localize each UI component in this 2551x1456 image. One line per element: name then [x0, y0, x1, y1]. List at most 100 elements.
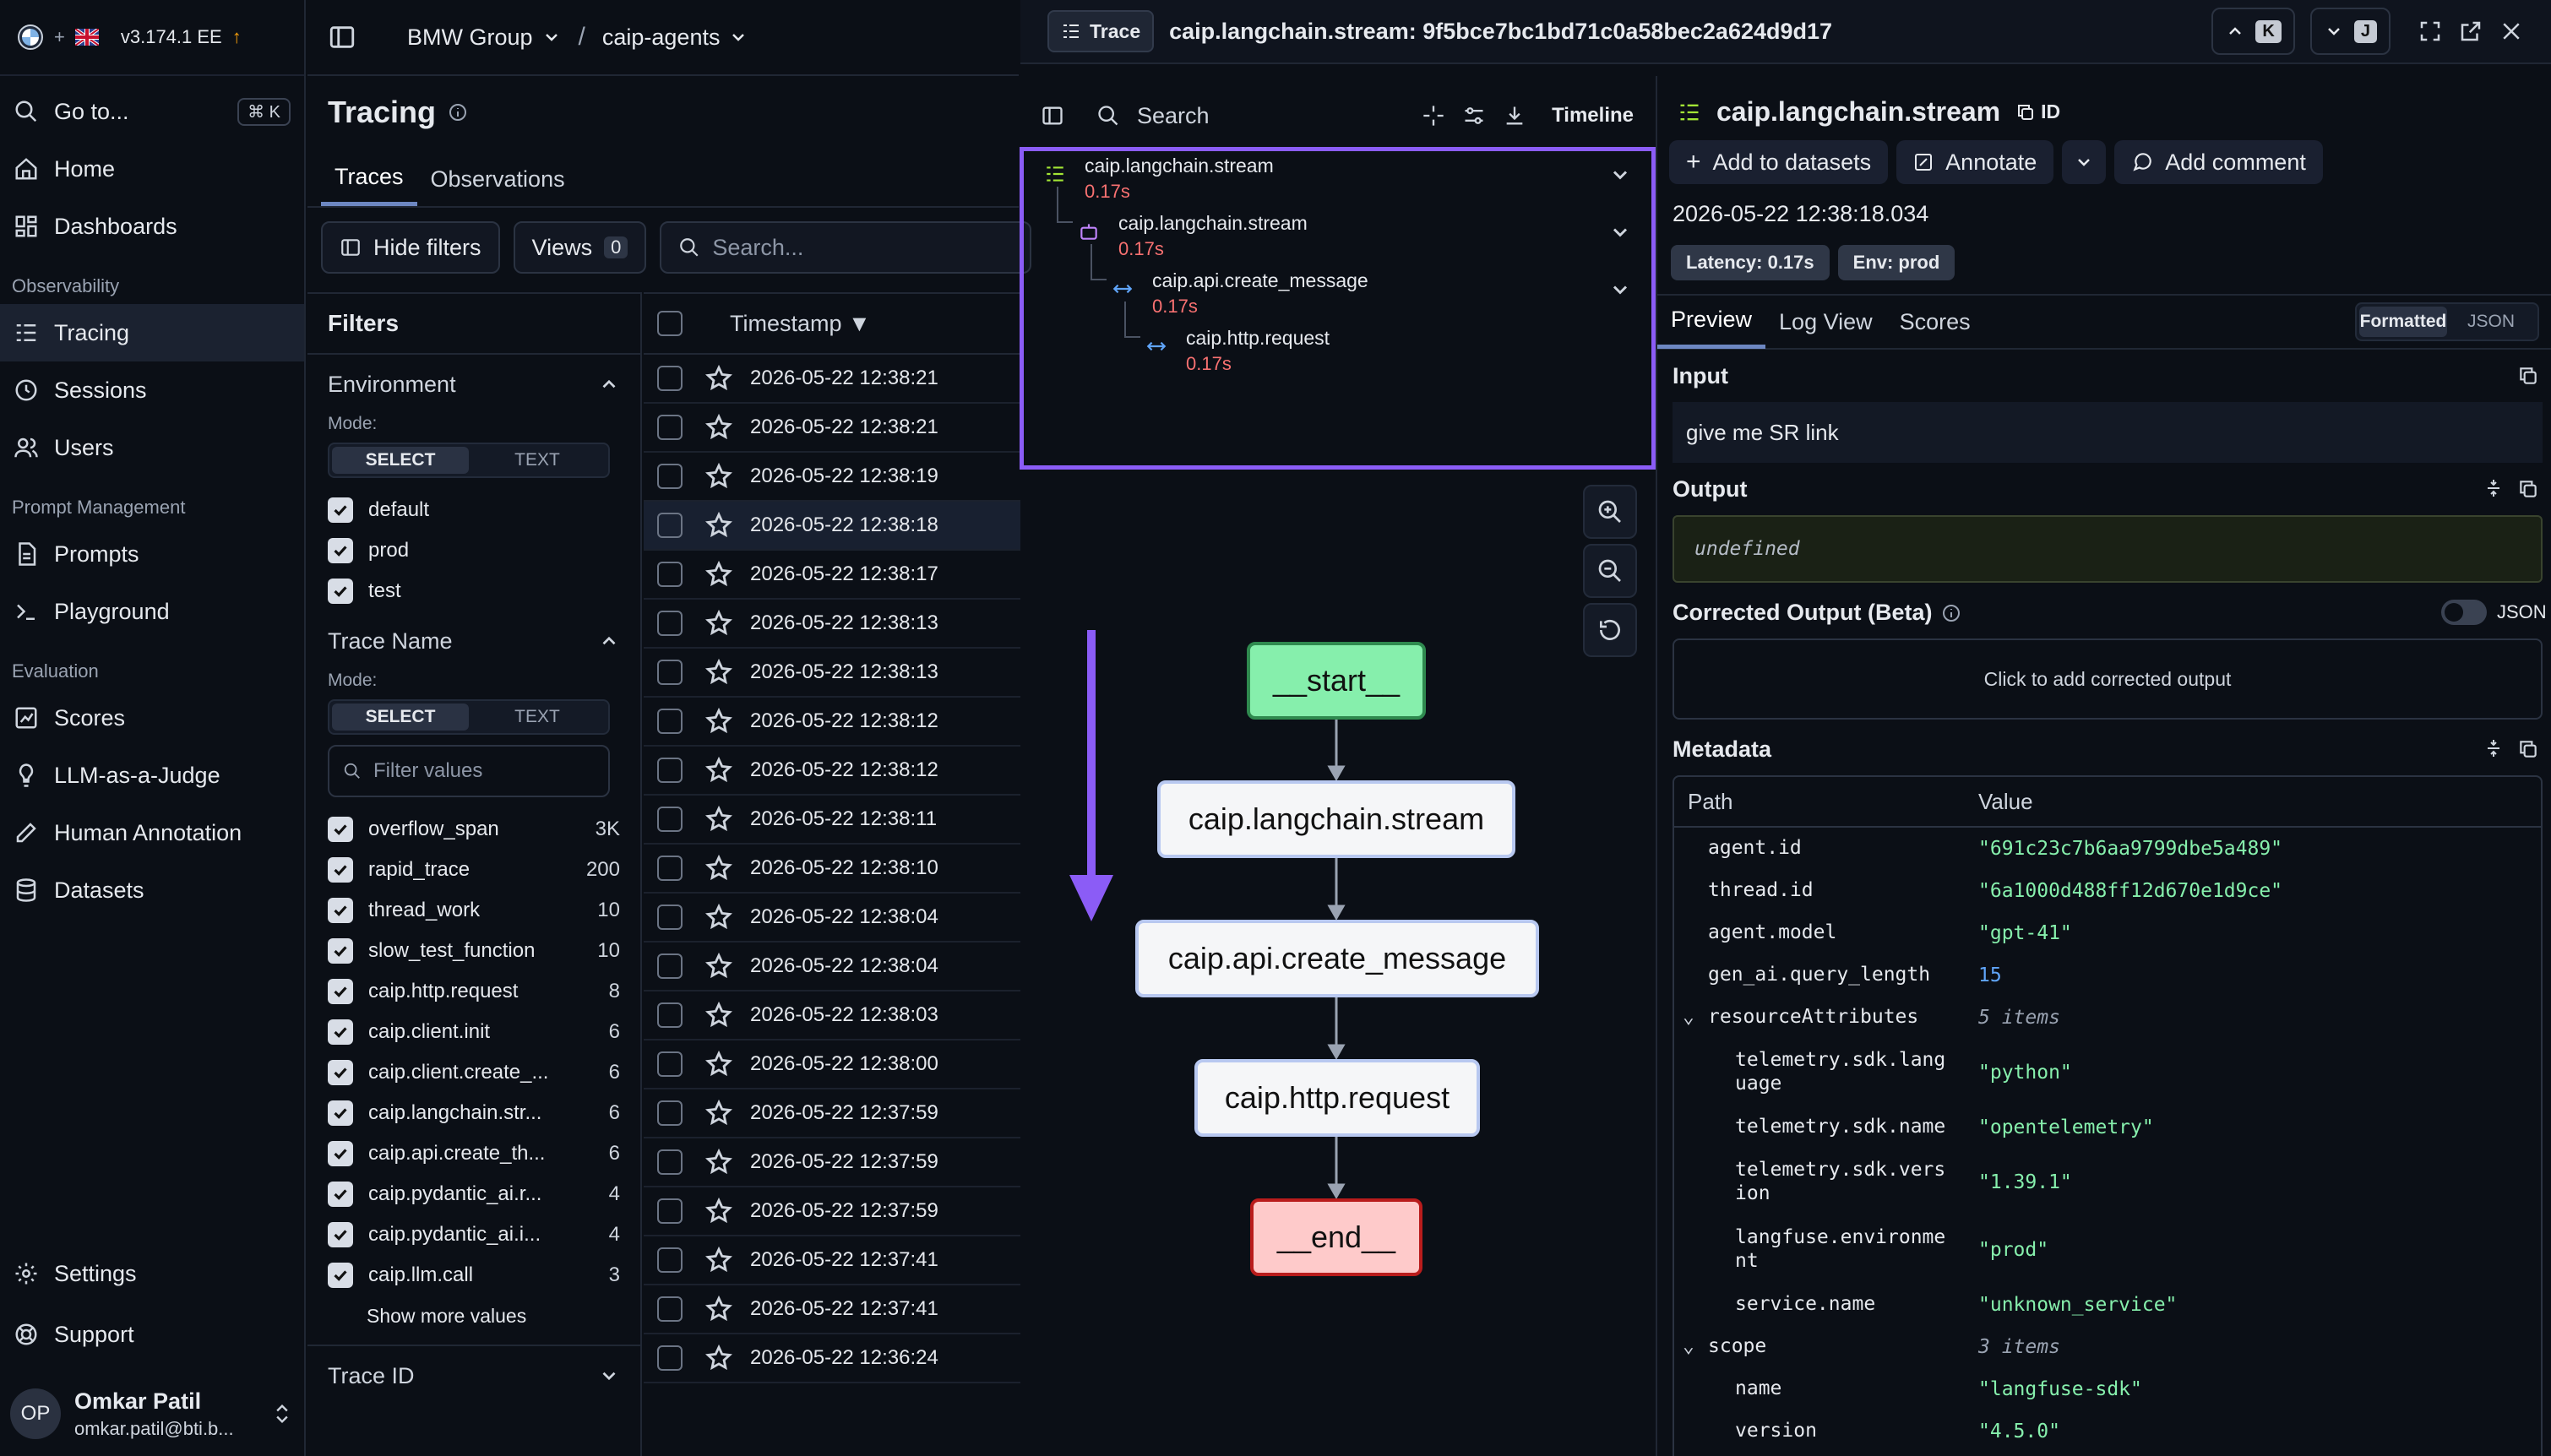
- checkbox-checked[interactable]: [328, 1141, 353, 1166]
- row-checkbox[interactable]: [657, 1149, 683, 1175]
- tree-node[interactable]: caip.langchain.stream 0.17s: [1118, 212, 1308, 260]
- user-menu[interactable]: OP Omkar Patil omkar.patil@bti.b...: [0, 1372, 304, 1456]
- filter-group-header[interactable]: Trace Name: [328, 611, 620, 671]
- table-row[interactable]: 2026-05-22 12:38:18: [644, 502, 1020, 551]
- filter-option[interactable]: caip.llm.call 3: [328, 1255, 620, 1296]
- sidebar-item-datasets[interactable]: Datasets: [0, 861, 304, 919]
- toggle-switch[interactable]: [2441, 600, 2487, 625]
- table-row[interactable]: 2026-05-22 12:38:00: [644, 1040, 1020, 1089]
- row-checkbox[interactable]: [657, 856, 683, 881]
- filter-option[interactable]: slow_test_function 10: [328, 931, 620, 971]
- row-checkbox[interactable]: [657, 1100, 683, 1126]
- tab-traces[interactable]: Traces: [321, 152, 417, 206]
- table-row[interactable]: 2026-05-22 12:37:41: [644, 1285, 1020, 1334]
- tab-preview[interactable]: Preview: [1657, 295, 1766, 349]
- filter-option[interactable]: caip.client.init 6: [328, 1012, 620, 1052]
- sidebar-item-playground[interactable]: Playground: [0, 583, 304, 640]
- table-row[interactable]: 2026-05-22 12:38:12: [644, 698, 1020, 747]
- checkbox-checked[interactable]: [328, 979, 353, 1004]
- sidebar-item-llm-judge[interactable]: LLM-as-a-Judge: [0, 747, 304, 804]
- row-checkbox[interactable]: [657, 905, 683, 930]
- prev-trace-button[interactable]: K: [2211, 8, 2295, 55]
- search-input[interactable]: Search...: [660, 221, 1032, 274]
- table-row[interactable]: 2026-05-22 12:38:21: [644, 404, 1020, 453]
- table-row[interactable]: 2026-05-22 12:37:59: [644, 1187, 1020, 1236]
- row-checkbox[interactable]: [657, 758, 683, 783]
- expand-json-icon[interactable]: [2483, 478, 2504, 498]
- graph-node-langchain-stream[interactable]: caip.langchain.stream: [1157, 780, 1515, 858]
- checkbox-checked[interactable]: [328, 538, 353, 563]
- tree-node[interactable]: caip.api.create_message 0.17s: [1152, 269, 1368, 318]
- table-row[interactable]: 2026-05-22 12:38:13: [644, 600, 1020, 649]
- sliders-icon[interactable]: [1462, 104, 1486, 128]
- graph-node-start[interactable]: __start__: [1247, 642, 1426, 720]
- mode-text-option[interactable]: TEXT: [469, 704, 606, 731]
- row-checkbox[interactable]: [657, 1296, 683, 1322]
- corrected-output-box[interactable]: Click to add corrected output: [1673, 638, 2543, 720]
- star-icon[interactable]: [704, 1344, 733, 1372]
- checkbox-checked[interactable]: [328, 497, 353, 523]
- select-all-checkbox[interactable]: [657, 311, 683, 336]
- show-more-values-link[interactable]: Show more values: [328, 1296, 620, 1336]
- tab-log-view[interactable]: Log View: [1765, 295, 1886, 349]
- filter-option[interactable]: thread_work 10: [328, 890, 620, 931]
- sidebar-item-prompts[interactable]: Prompts: [0, 525, 304, 583]
- checkbox-checked[interactable]: [328, 898, 353, 923]
- copy-icon[interactable]: [2517, 738, 2539, 760]
- filter-option[interactable]: prod: [328, 530, 620, 571]
- star-icon[interactable]: [704, 1246, 733, 1274]
- row-checkbox[interactable]: [657, 562, 683, 587]
- table-row[interactable]: 2026-05-22 12:38:12: [644, 747, 1020, 796]
- table-row[interactable]: 2026-05-22 12:38:10: [644, 845, 1020, 894]
- row-checkbox[interactable]: [657, 415, 683, 440]
- metadata-row[interactable]: ⌄ scope 3 items: [1674, 1326, 2541, 1368]
- sidebar-item-tracing[interactable]: Tracing: [0, 304, 304, 361]
- annotate-menu-button[interactable]: [2062, 140, 2107, 184]
- checkbox-checked[interactable]: [328, 938, 353, 964]
- caret-down-icon[interactable]: ⌄: [1683, 1006, 1694, 1030]
- column-timestamp[interactable]: Timestamp ▼: [730, 311, 871, 337]
- sidebar-item-dashboards[interactable]: Dashboards: [0, 198, 304, 255]
- filter-option[interactable]: rapid_trace 200: [328, 850, 620, 890]
- external-link-icon[interactable]: [2458, 19, 2483, 44]
- sidebar-item-home[interactable]: Home: [0, 140, 304, 198]
- copy-icon[interactable]: [2517, 478, 2539, 500]
- table-row[interactable]: 2026-05-22 12:38:04: [644, 943, 1020, 991]
- row-checkbox[interactable]: [657, 366, 683, 391]
- filter-option[interactable]: default: [328, 490, 620, 530]
- graph-node-http-request[interactable]: caip.http.request: [1194, 1059, 1480, 1137]
- row-checkbox[interactable]: [657, 953, 683, 979]
- checkbox-checked[interactable]: [328, 1100, 353, 1126]
- graph-node-create-message[interactable]: caip.api.create_message: [1135, 920, 1539, 997]
- table-row[interactable]: 2026-05-22 12:37:41: [644, 1236, 1020, 1285]
- checkbox-checked[interactable]: [328, 579, 353, 604]
- row-checkbox[interactable]: [657, 709, 683, 734]
- star-icon[interactable]: [704, 1295, 733, 1323]
- row-checkbox[interactable]: [657, 1247, 683, 1273]
- table-row[interactable]: 2026-05-22 12:37:59: [644, 1089, 1020, 1138]
- star-icon[interactable]: [704, 364, 733, 393]
- chevron-down-icon[interactable]: [1608, 220, 1632, 244]
- mode-select-option[interactable]: SELECT: [332, 704, 469, 731]
- star-icon[interactable]: [704, 1099, 733, 1127]
- chevron-down-icon[interactable]: [1608, 163, 1632, 187]
- star-icon[interactable]: [704, 511, 733, 540]
- info-icon[interactable]: [448, 102, 468, 122]
- annotate-button[interactable]: Annotate: [1896, 140, 2054, 184]
- mode-select-option[interactable]: SELECT: [332, 447, 469, 474]
- metadata-row[interactable]: ⌄ resourceAttributes 5 items: [1674, 997, 2541, 1039]
- table-row[interactable]: 2026-05-22 12:38:19: [644, 453, 1020, 502]
- tab-observations[interactable]: Observations: [417, 152, 579, 206]
- star-icon[interactable]: [704, 1148, 733, 1176]
- sidebar-item-settings[interactable]: Settings: [0, 1245, 304, 1302]
- star-icon[interactable]: [704, 707, 733, 736]
- crosshair-icon[interactable]: [1422, 104, 1445, 128]
- star-icon[interactable]: [704, 854, 733, 883]
- checkbox-checked[interactable]: [328, 1060, 353, 1085]
- sidebar-item-support[interactable]: Support: [0, 1306, 304, 1363]
- chevron-down-icon[interactable]: [1608, 278, 1632, 302]
- timeline-toggle[interactable]: Timeline: [1552, 104, 1634, 128]
- star-icon[interactable]: [704, 756, 733, 785]
- format-formatted[interactable]: Formatted: [2359, 307, 2447, 337]
- table-row[interactable]: 2026-05-22 12:38:17: [644, 551, 1020, 600]
